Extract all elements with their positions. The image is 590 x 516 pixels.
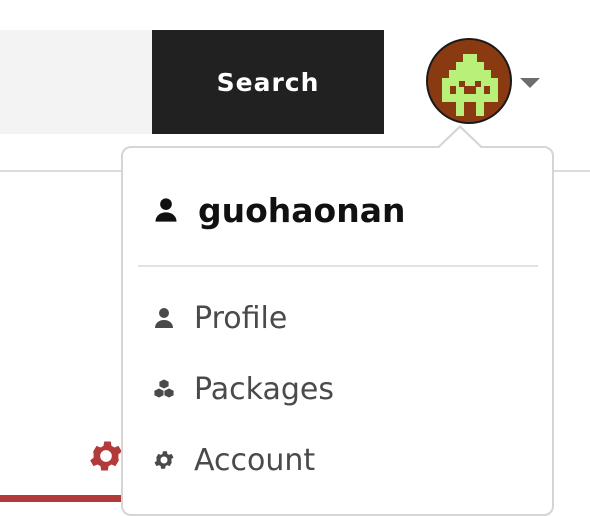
menu-username: guohaonan xyxy=(152,188,405,232)
menu-item-label: Profile xyxy=(194,300,288,336)
cubes-icon xyxy=(153,378,175,399)
menu-item-label: Account xyxy=(194,442,316,478)
user-icon xyxy=(155,198,177,222)
avatar[interactable] xyxy=(426,38,512,124)
user-menu-toggle[interactable] xyxy=(426,38,550,124)
user-icon xyxy=(155,308,173,328)
username-label: guohaonan xyxy=(198,190,406,230)
search-input[interactable] xyxy=(0,30,152,134)
menu-item-profile[interactable]: Profile xyxy=(152,296,287,340)
search-button[interactable]: Search xyxy=(152,30,384,134)
menu-item-label: Packages xyxy=(194,371,334,407)
dropdown-arrow-inner xyxy=(438,128,482,149)
pixel-invader-icon xyxy=(442,54,498,116)
chevron-down-icon[interactable] xyxy=(520,78,540,88)
menu-divider xyxy=(138,265,538,267)
gear-icon xyxy=(154,451,174,469)
gear-icon xyxy=(90,441,122,471)
active-tab-underline xyxy=(0,495,125,502)
menu-item-account[interactable]: Account xyxy=(152,438,315,482)
menu-item-packages[interactable]: Packages xyxy=(152,367,334,411)
